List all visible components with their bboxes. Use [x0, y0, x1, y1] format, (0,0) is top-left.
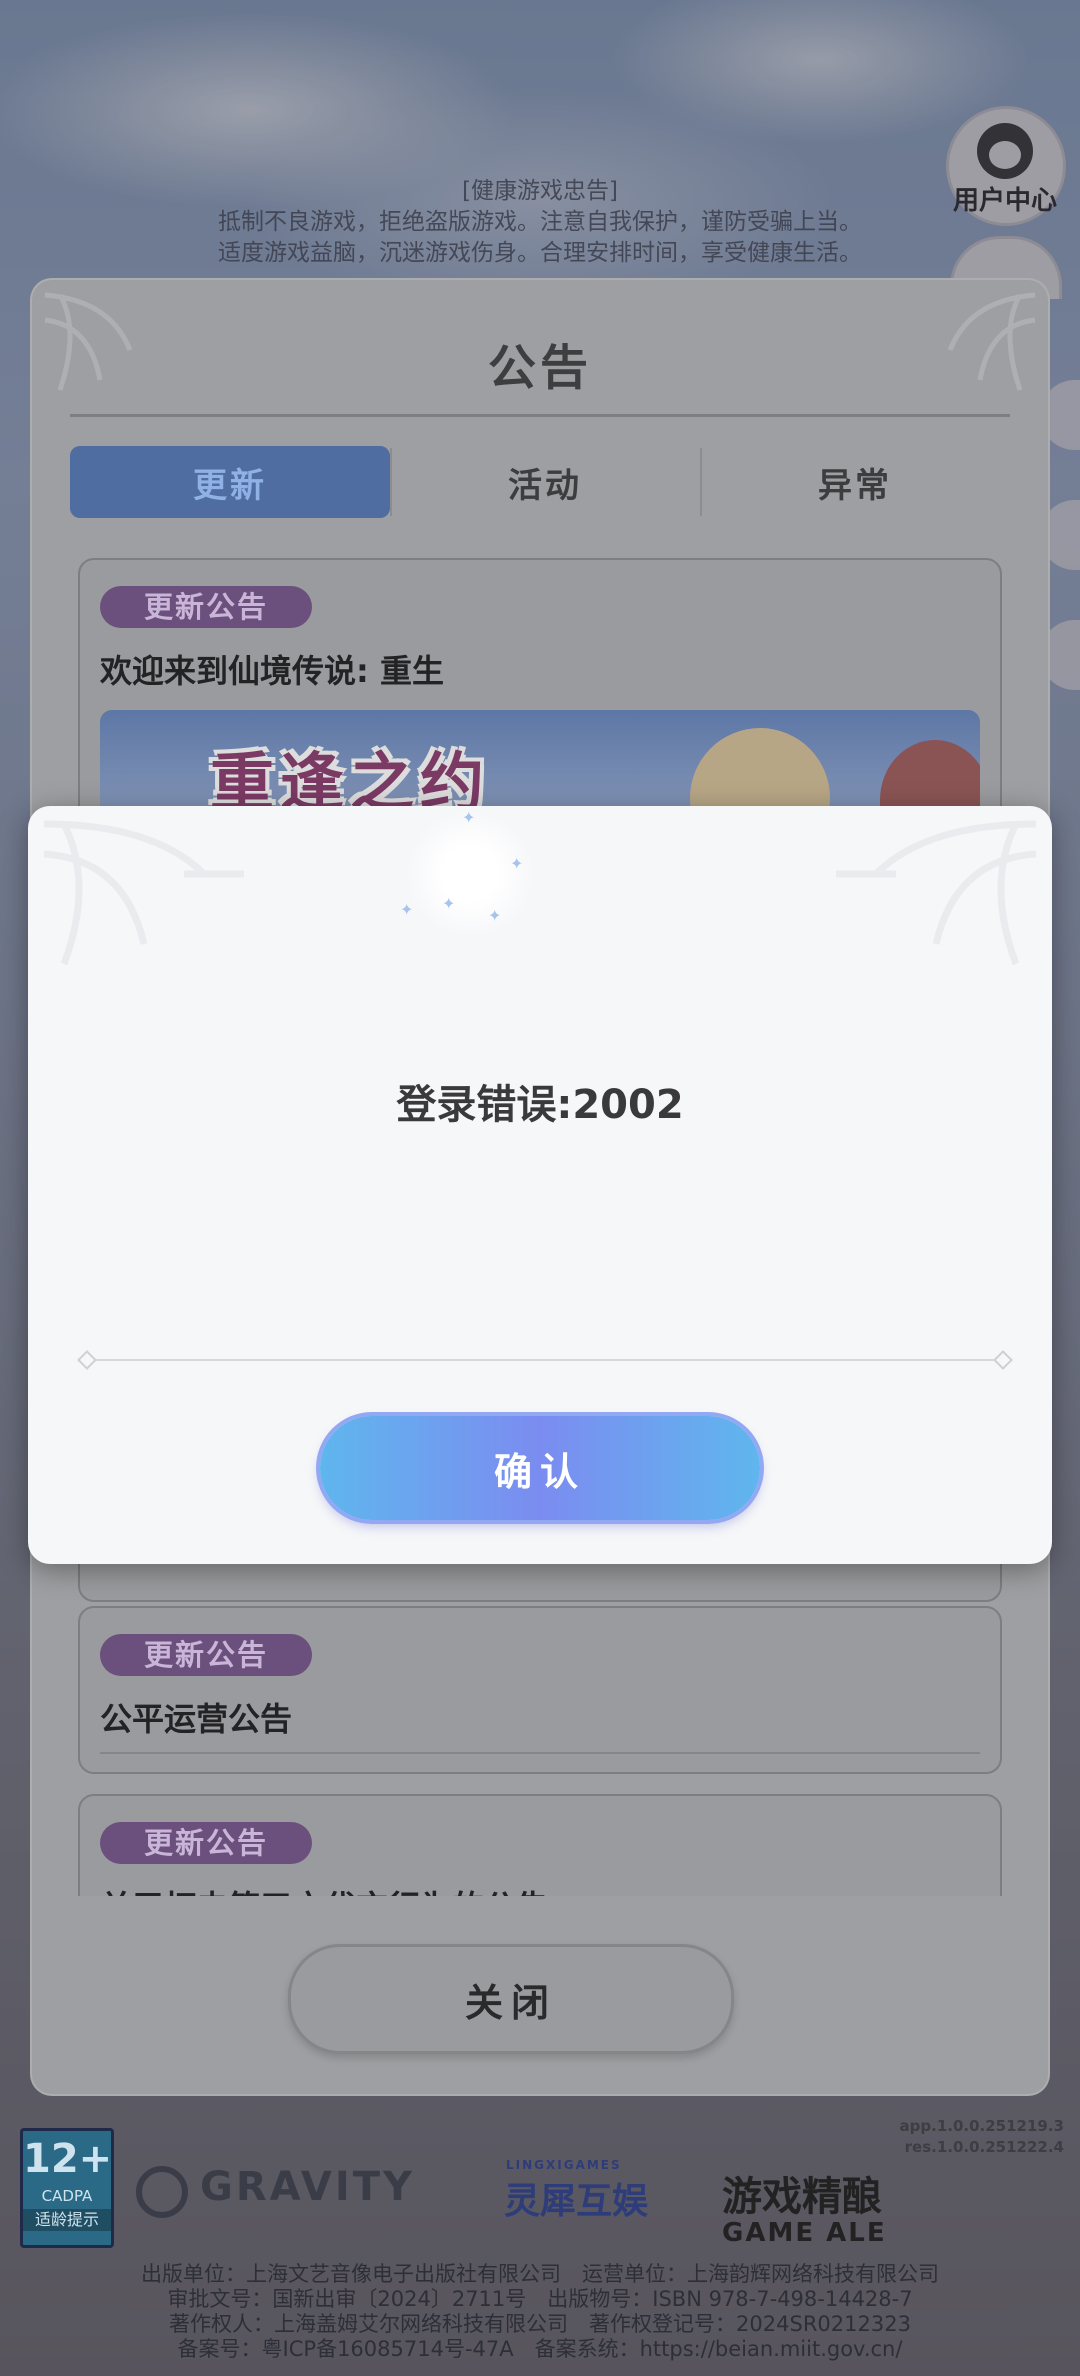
tab-update[interactable]: 更新	[70, 446, 390, 518]
corner-ornament-icon	[836, 820, 1037, 966]
gravity-logo-text: GRAVITY	[200, 2164, 415, 2210]
notice-card[interactable]: 更新公告 关于打击第三方代充行为的公告	[78, 1794, 1002, 1896]
notice-badge: 更新公告	[100, 1822, 313, 1864]
version-info: app.1.0.0.251219.3 res.1.0.0.251222.4	[900, 2116, 1064, 2158]
publisher-line: 出版单位：上海文艺音像电子出版社有限公司 运营单位：上海韵辉网络科技有限公司	[141, 2262, 939, 2286]
age-rating-org: CADPA	[41, 2187, 93, 2205]
gravity-logo: GRAVITY	[136, 2164, 415, 2218]
corner-ornament-icon	[43, 820, 244, 966]
age-tip: 适龄提示	[23, 2209, 111, 2231]
lingxi-logo-cn: 灵犀互娱	[504, 2181, 649, 2222]
game-ale-logo-en: GAME ALE	[722, 2218, 887, 2248]
tab-event[interactable]: 活动	[390, 446, 700, 518]
dialog-divider	[80, 1359, 1010, 1361]
confirm-button[interactable]: 确认	[320, 1416, 760, 1520]
res-version: res.1.0.0.251222.4	[904, 2138, 1064, 2156]
publisher-info: 出版单位：上海文艺音像电子出版社有限公司 运营单位：上海韵辉网络科技有限公司 审…	[0, 2262, 1080, 2362]
sparkle-icon: ✦ ✦ ✦ ✦ ✦	[400, 808, 540, 934]
lingxi-logo: LINGXIGAMES 灵犀互娱	[436, 2158, 649, 2224]
notice-title: 欢迎来到仙境传说: 重生	[100, 652, 444, 690]
age-rating-badge[interactable]: 12+ CADPA 适龄提示	[20, 2128, 114, 2248]
notice-title: 关于打击第三方代充行为的公告	[100, 1882, 548, 1896]
notice-banner-image: 重逢之约	[100, 710, 980, 820]
announcement-title: 公告	[487, 340, 592, 396]
title-divider	[70, 414, 1010, 417]
notice-badge: 更新公告	[100, 586, 313, 628]
age-rating: 12+	[23, 2136, 113, 2182]
game-ale-logo: 游戏精酿 GAME ALE	[722, 2164, 887, 2248]
notice-badge: 更新公告	[100, 1634, 313, 1676]
icp-line[interactable]: 备案号：粤ICP备16085714号-47A 备案系统：https://beia…	[0, 2337, 1080, 2362]
copyright-line: 著作权人：上海盖姆艾尔网络科技有限公司 著作权登记号：2024SR0212323	[169, 2312, 911, 2336]
error-message: 登录错误:2002	[396, 1082, 684, 1128]
close-button[interactable]: 关闭	[288, 1944, 734, 2054]
announcement-tabs: 更新 活动 异常	[70, 446, 1010, 518]
approval-line: 审批文号：国新出审〔2024〕2711号 出版物号：ISBN 978-7-498…	[167, 2287, 913, 2311]
card-divider	[100, 1752, 980, 1754]
error-dialog: ✦ ✦ ✦ ✦ ✦ 登录错误:2002 确认	[28, 806, 1052, 1564]
game-ale-logo-cn: 游戏精酿	[722, 2174, 882, 2220]
notice-title: 公平运营公告	[100, 1700, 293, 1738]
lingxi-logo-en: LINGXIGAMES	[506, 2158, 622, 2172]
tab-abnormal[interactable]: 异常	[700, 446, 1010, 518]
notice-card[interactable]: 更新公告 公平运营公告	[78, 1606, 1002, 1774]
app-version: app.1.0.0.251219.3	[899, 2117, 1064, 2135]
